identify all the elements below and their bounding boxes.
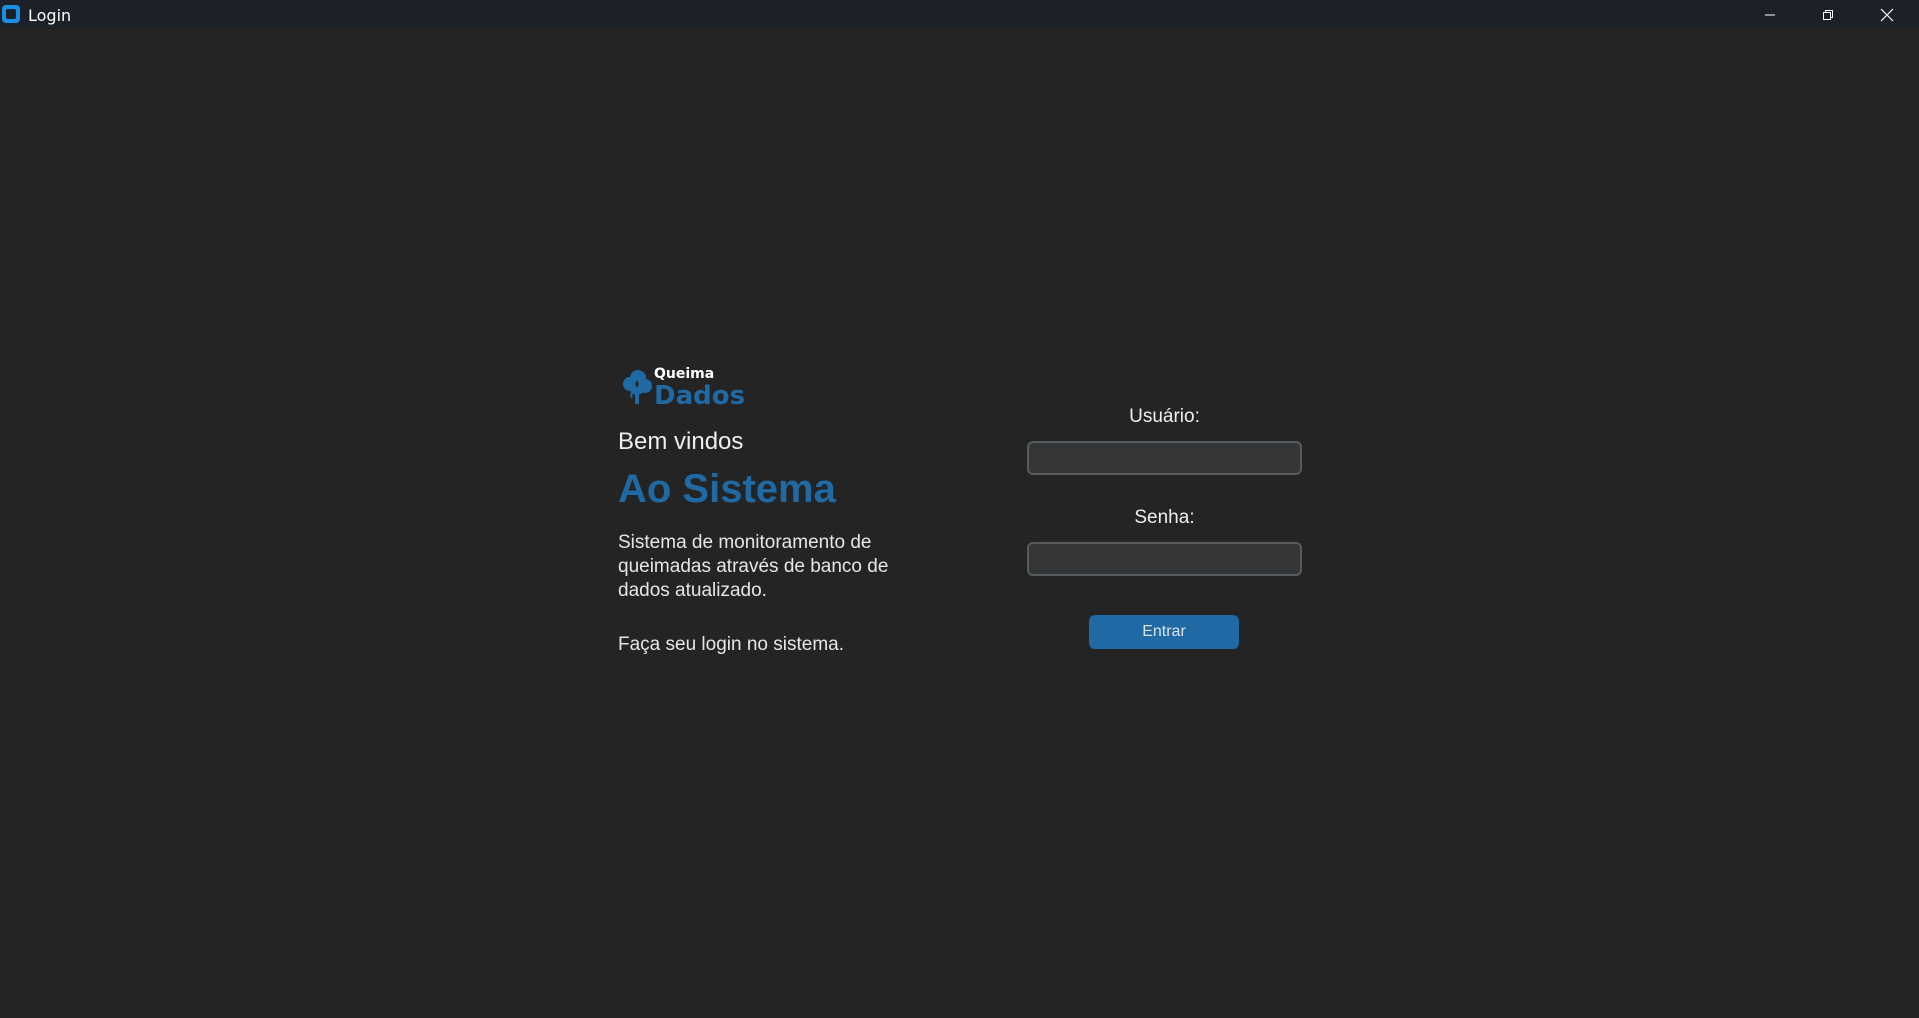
logo-text-top: Queima — [654, 366, 714, 382]
window-title: Login — [28, 6, 72, 25]
login-button[interactable]: Entrar — [1089, 615, 1239, 649]
tree-fire-icon — [623, 370, 652, 404]
queima-dados-logo: Queima Dados — [623, 366, 745, 410]
minimize-icon — [1765, 14, 1775, 15]
maximize-button[interactable] — [1799, 0, 1857, 29]
username-label: Usuário: — [1129, 406, 1200, 427]
close-button[interactable] — [1858, 0, 1916, 29]
login-prompt: Faça seu login no sistema. — [618, 634, 845, 655]
welcome-text: Bem vindos — [618, 428, 744, 455]
window-titlebar: Login — [0, 0, 1919, 29]
password-input[interactable] — [1027, 542, 1302, 576]
logo-text-bottom: Dados — [654, 381, 745, 410]
headline: Ao Sistema — [618, 467, 836, 511]
description-text: Sistema de monitoramento de queimadas at… — [618, 532, 889, 601]
username-input[interactable] — [1027, 441, 1302, 475]
password-label: Senha: — [1134, 507, 1195, 528]
restore-icon — [1823, 9, 1833, 20]
app-icon — [2, 5, 20, 23]
minimize-button[interactable] — [1741, 0, 1799, 29]
close-icon — [1880, 8, 1894, 21]
